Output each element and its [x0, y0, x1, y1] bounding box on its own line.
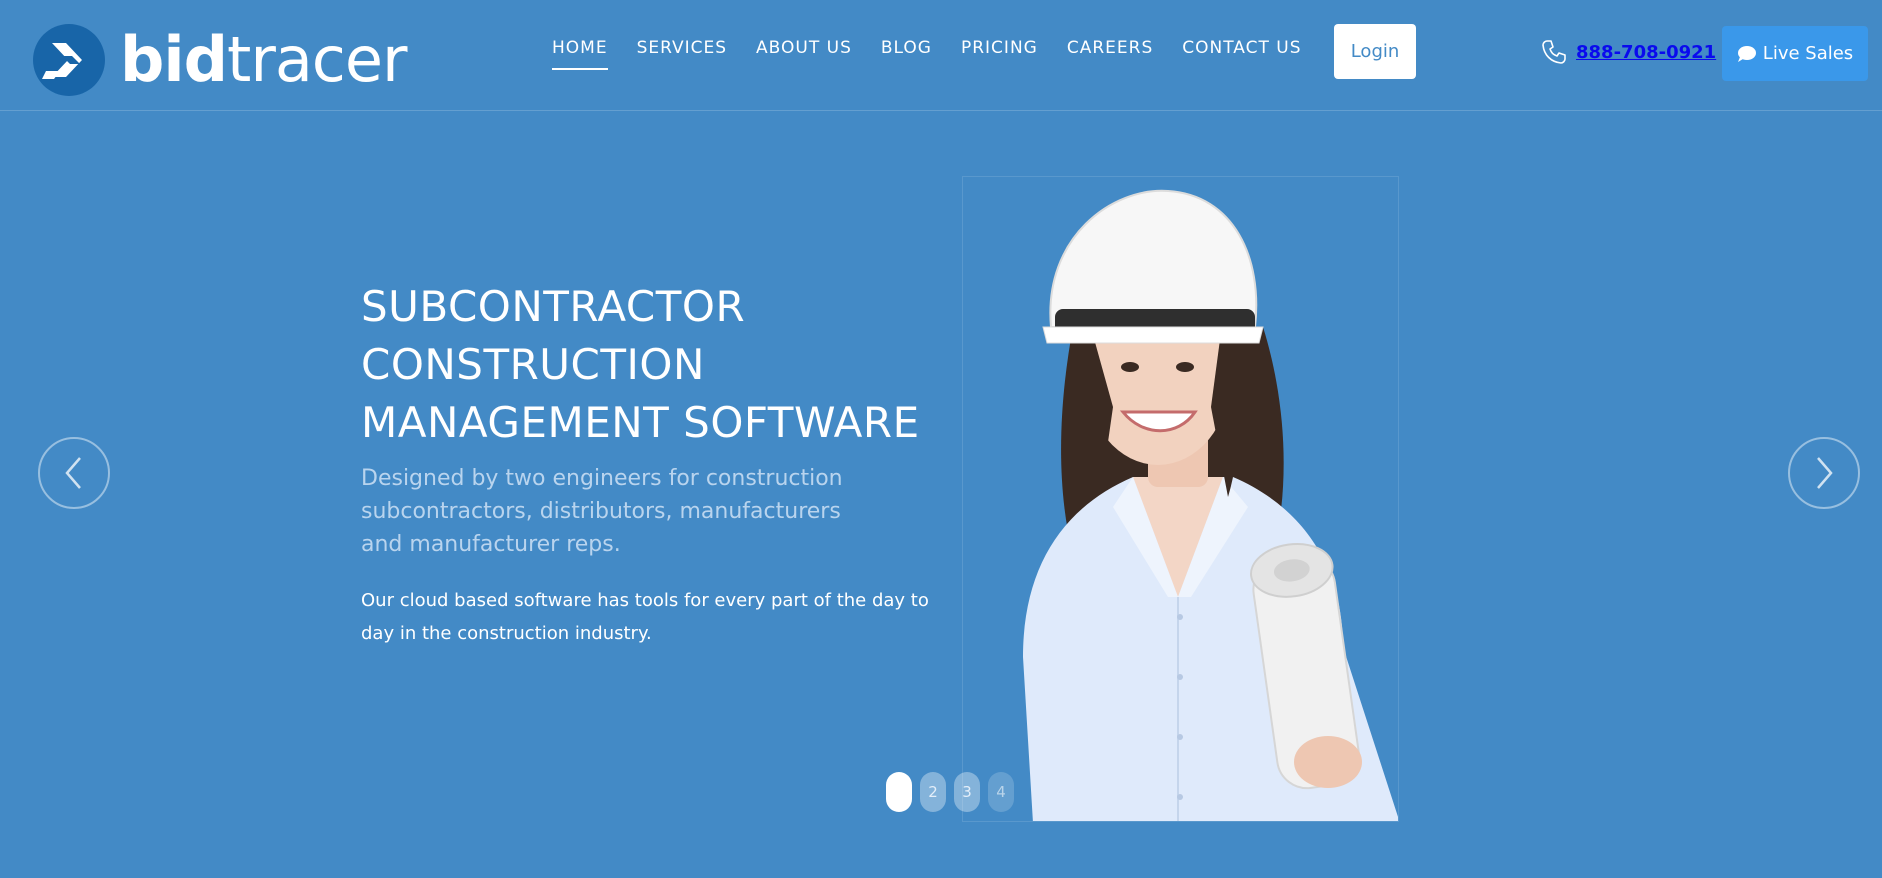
- chat-bubble-icon: [1737, 45, 1756, 62]
- nav-home[interactable]: HOME: [552, 38, 608, 70]
- phone-number-link[interactable]: 888-708-0921: [1576, 42, 1716, 63]
- slider-dot-2[interactable]: 2: [920, 772, 946, 812]
- slider-dot-4[interactable]: 4: [988, 772, 1014, 812]
- hero-title-line: CONSTRUCTION: [361, 340, 705, 389]
- chevron-right-icon: [1817, 457, 1833, 489]
- bidtracer-logo-icon: [33, 24, 105, 96]
- nav-services[interactable]: SERVICES: [637, 38, 727, 70]
- nav-pricing[interactable]: PRICING: [961, 38, 1038, 70]
- engineer-woman-image: [1023, 189, 1398, 821]
- bidtracer-logo[interactable]: bidtracer: [32, 22, 408, 98]
- chevron-left-icon: [65, 457, 81, 489]
- slider-dot-1[interactable]: 1: [886, 772, 912, 812]
- live-sales-button[interactable]: Live Sales: [1722, 26, 1868, 81]
- nav-careers[interactable]: CAREERS: [1067, 38, 1153, 70]
- hero-title-line: MANAGEMENT SOFTWARE: [361, 398, 920, 447]
- site-header: bidtracer HOME SERVICES ABOUT US BLOG PR…: [0, 0, 1882, 111]
- live-sales-label: Live Sales: [1762, 43, 1854, 64]
- main-nav: HOME SERVICES ABOUT US BLOG PRICING CARE…: [552, 38, 1331, 70]
- hero-subtitle: Designed by two engineers for constructi…: [361, 466, 843, 557]
- phone-icon: [1542, 40, 1566, 64]
- nav-contact-us[interactable]: CONTACT US: [1182, 38, 1301, 70]
- nav-blog[interactable]: BLOG: [881, 38, 932, 70]
- phone-contact: 888-708-0921: [1540, 38, 1716, 66]
- nav-about-us[interactable]: ABOUT US: [756, 38, 852, 70]
- hero-image: [962, 176, 1399, 822]
- login-button[interactable]: Login: [1334, 24, 1416, 79]
- slider-pagination: 1 2 3 4: [886, 772, 1022, 812]
- hero-title: SUBCONTRACTOR CONSTRUCTION MANAGEMENT SO…: [361, 278, 941, 452]
- slider-next-button[interactable]: [1788, 437, 1860, 509]
- logo-wordmark: bidtracer: [120, 23, 408, 96]
- slider-prev-button[interactable]: [38, 437, 110, 509]
- slider-dot-3[interactable]: 3: [954, 772, 980, 812]
- hero-title-line: SUBCONTRACTOR: [361, 282, 746, 331]
- hero-description: Our cloud based software has tools for e…: [361, 590, 929, 644]
